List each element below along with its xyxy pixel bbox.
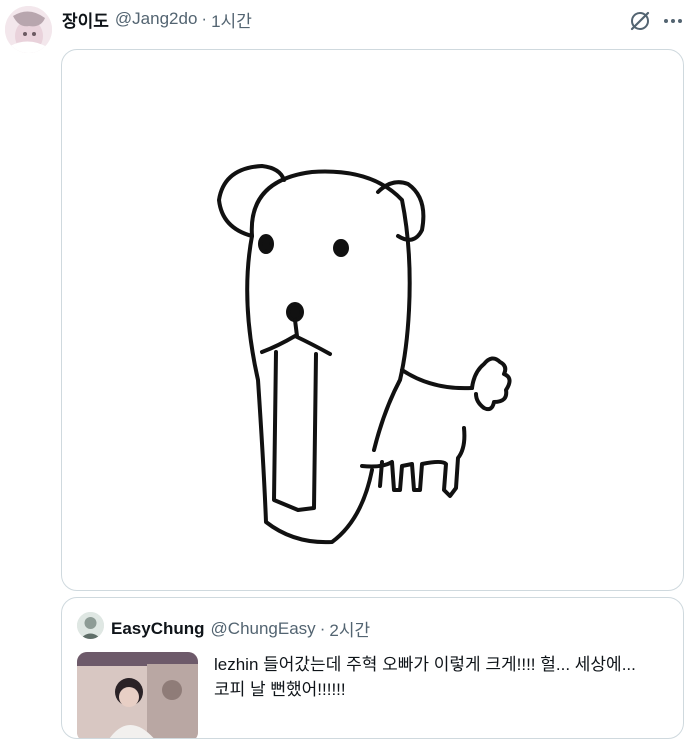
grok-button[interactable]: [627, 8, 653, 34]
tweet-media[interactable]: [61, 49, 684, 591]
more-icon: [664, 19, 682, 23]
quoted-separator-dot: ·: [319, 618, 326, 638]
author-handle[interactable]: @Jang2do: [115, 9, 198, 29]
quoted-author-avatar[interactable]: [77, 612, 104, 639]
dog-drawing: [217, 164, 512, 545]
quoted-header: EasyChung @ChungEasy · 2시간: [111, 616, 370, 641]
author-avatar[interactable]: [5, 6, 52, 53]
quoted-tweet[interactable]: EasyChung @ChungEasy · 2시간 lezhin 들어갔는데 …: [61, 597, 684, 739]
quoted-media-thumbnail[interactable]: [77, 652, 198, 738]
more-button[interactable]: [659, 8, 687, 34]
tweet-time[interactable]: 1시간: [211, 7, 252, 32]
separator-dot: ·: [201, 9, 208, 28]
tweet-header: 장이도 @Jang2do · 1시간: [62, 7, 252, 32]
quoted-author-name[interactable]: EasyChung: [111, 619, 205, 639]
quoted-author-handle[interactable]: @ChungEasy: [211, 619, 316, 639]
author-name[interactable]: 장이도: [62, 7, 109, 32]
quoted-tweet-text: lezhin 들어갔는데 주혁 오빠가 이렇게 크게!!!! 헐... 세상에.…: [214, 655, 636, 699]
grok-icon: [630, 11, 650, 31]
quoted-time[interactable]: 2시간: [329, 616, 370, 641]
